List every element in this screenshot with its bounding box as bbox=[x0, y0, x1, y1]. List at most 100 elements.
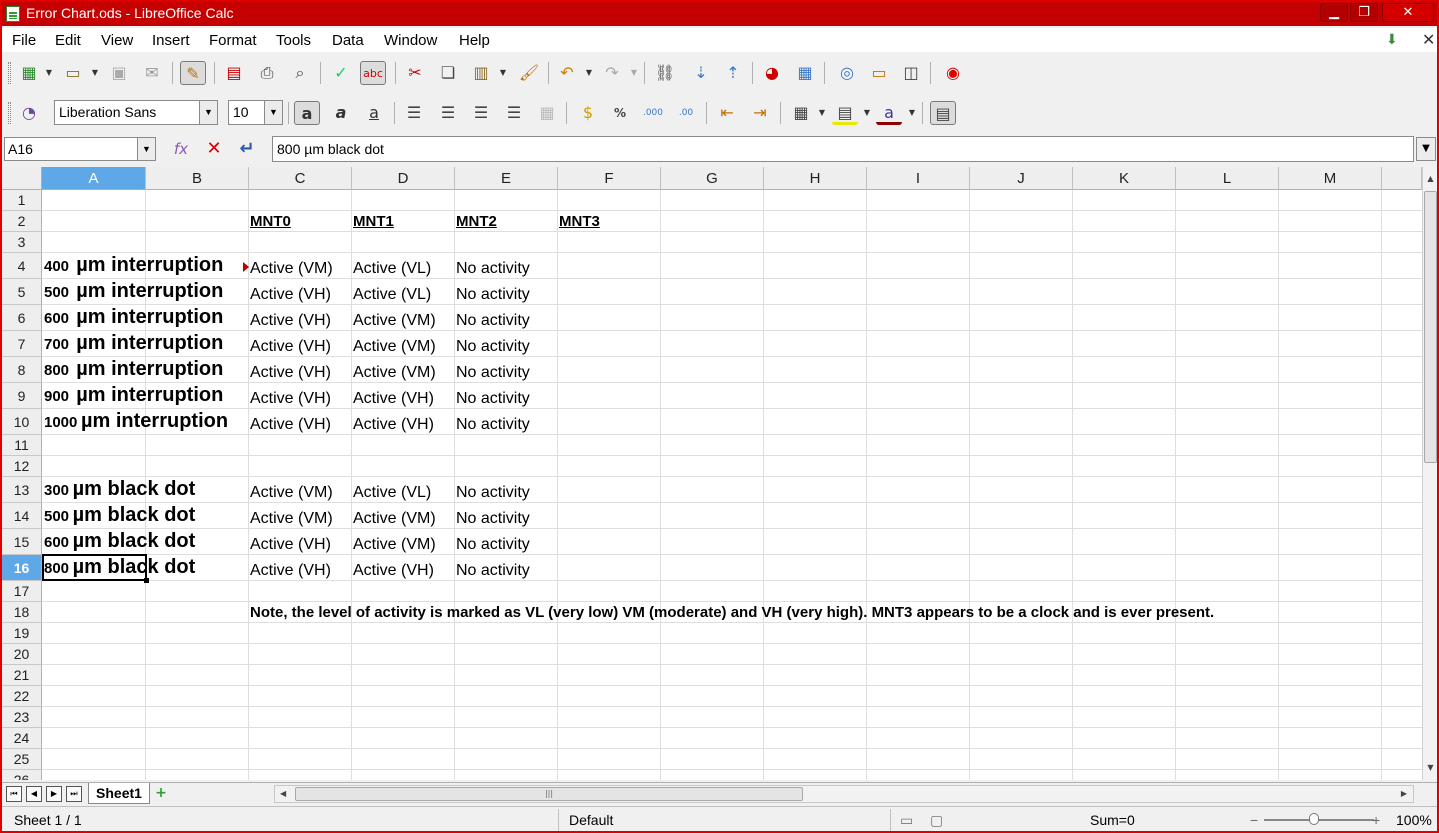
cell-e5[interactable]: No activity bbox=[456, 286, 530, 304]
font-color-dropdown-icon[interactable]: ▼ bbox=[907, 101, 917, 125]
increase-indent-icon[interactable]: ⇥ bbox=[747, 101, 773, 125]
cell-c5[interactable]: Active (VH) bbox=[250, 286, 331, 304]
menu-window[interactable]: Window bbox=[384, 32, 437, 49]
redo-icon[interactable]: ↷ bbox=[599, 61, 625, 85]
row-header-3[interactable]: 3 bbox=[2, 232, 42, 253]
number-format-icon[interactable]: .000 bbox=[640, 101, 666, 125]
zoom-in-icon[interactable]: + bbox=[1372, 812, 1380, 828]
pivot-table-icon[interactable]: ▦ bbox=[792, 61, 818, 85]
background-color-dropdown-icon[interactable]: ▼ bbox=[862, 101, 872, 125]
column-header-f[interactable]: F bbox=[558, 167, 661, 190]
cell-a5[interactable]: 500 µm interruption bbox=[44, 280, 223, 303]
cell-a9[interactable]: 900 µm interruption bbox=[44, 384, 223, 407]
cell-c2[interactable]: MNT0 bbox=[250, 213, 291, 230]
menu-edit[interactable]: Edit bbox=[55, 32, 81, 49]
cell-a4[interactable]: 400 µm interruption bbox=[44, 254, 223, 277]
row-header-14[interactable]: 14 bbox=[2, 503, 42, 529]
merge-cells-icon[interactable]: ▦ bbox=[534, 101, 560, 125]
column-header-i[interactable]: I bbox=[867, 167, 970, 190]
cell-d6[interactable]: Active (VM) bbox=[353, 312, 436, 330]
comment-indicator[interactable] bbox=[243, 262, 249, 272]
cell-e8[interactable]: No activity bbox=[456, 364, 530, 382]
row-header-24[interactable]: 24 bbox=[2, 728, 42, 749]
column-header-l[interactable]: L bbox=[1176, 167, 1279, 190]
cell-c6[interactable]: Active (VH) bbox=[250, 312, 331, 330]
align-right-icon[interactable]: ☰ bbox=[468, 101, 494, 125]
cell-e6[interactable]: No activity bbox=[456, 312, 530, 330]
sort-ascending-icon[interactable]: ⇣ bbox=[688, 61, 714, 85]
cell-c15[interactable]: Active (VH) bbox=[250, 536, 331, 554]
cell-d9[interactable]: Active (VH) bbox=[353, 390, 434, 408]
column-header-h[interactable]: H bbox=[764, 167, 867, 190]
last-sheet-icon[interactable]: ⏭ bbox=[66, 786, 82, 802]
function-wizard-icon[interactable]: fx bbox=[169, 138, 193, 160]
new-dropdown-icon[interactable]: ▼ bbox=[44, 61, 54, 85]
cell-d10[interactable]: Active (VH) bbox=[353, 416, 434, 434]
row-header-18[interactable]: 18 bbox=[2, 602, 42, 623]
styles-icon[interactable]: ◔ bbox=[16, 101, 42, 125]
menu-format[interactable]: Format bbox=[209, 32, 257, 49]
row-header-11[interactable]: 11 bbox=[2, 435, 42, 456]
cell-d14[interactable]: Active (VM) bbox=[353, 510, 436, 528]
next-sheet-icon[interactable]: ▶ bbox=[46, 786, 62, 802]
decrease-indent-icon[interactable]: ⇤ bbox=[714, 101, 740, 125]
scroll-right-icon[interactable]: ▶ bbox=[1401, 786, 1407, 802]
cell-a7[interactable]: 700 µm interruption bbox=[44, 332, 223, 355]
clone-formatting-icon[interactable]: 🖌 bbox=[516, 61, 542, 85]
cell-e4[interactable]: No activity bbox=[456, 260, 530, 278]
row-header-2[interactable]: 2 bbox=[2, 211, 42, 232]
cell-a6[interactable]: 600 µm interruption bbox=[44, 306, 223, 329]
accept-enter-icon[interactable]: ↵ bbox=[235, 138, 259, 160]
row-header-4[interactable]: 4 bbox=[2, 253, 42, 279]
cell-c8[interactable]: Active (VH) bbox=[250, 364, 331, 382]
title-bar[interactable]: Error Chart.ods - LibreOffice Calc ▁ ❐ ✕ bbox=[2, 2, 1437, 26]
horizontal-scroll-thumb[interactable]: ||| bbox=[295, 787, 803, 801]
cell-c16[interactable]: Active (VH) bbox=[250, 562, 331, 580]
cell-e16[interactable]: No activity bbox=[456, 562, 530, 580]
cell-e9[interactable]: No activity bbox=[456, 390, 530, 408]
gallery-icon[interactable]: ▭ bbox=[866, 61, 892, 85]
background-color-icon[interactable]: ▤ bbox=[832, 101, 858, 125]
document-modified-icon[interactable]: ▢ bbox=[930, 812, 943, 829]
paste-dropdown-icon[interactable]: ▼ bbox=[498, 61, 508, 85]
cell-e14[interactable]: No activity bbox=[456, 510, 530, 528]
vertical-scrollbar[interactable]: ▲ ▼ bbox=[1422, 167, 1437, 780]
underline-icon[interactable]: a bbox=[361, 101, 387, 125]
cancel-x-icon[interactable]: ✕ bbox=[202, 138, 226, 160]
column-header-k[interactable]: K bbox=[1073, 167, 1176, 190]
cell-d7[interactable]: Active (VM) bbox=[353, 338, 436, 356]
italic-icon[interactable]: a bbox=[328, 101, 354, 125]
previous-sheet-icon[interactable]: ◀ bbox=[26, 786, 42, 802]
print-icon[interactable]: ⎙ bbox=[254, 61, 280, 85]
column-header-j[interactable]: J bbox=[970, 167, 1073, 190]
cell-d4[interactable]: Active (VL) bbox=[353, 260, 431, 278]
font-color-icon[interactable]: a bbox=[876, 101, 902, 125]
save-icon[interactable]: ▣ bbox=[106, 61, 132, 85]
cell-c14[interactable]: Active (VM) bbox=[250, 510, 333, 528]
cell-d15[interactable]: Active (VM) bbox=[353, 536, 436, 554]
font-name-dropdown-icon[interactable]: ▼ bbox=[199, 101, 217, 124]
copy-icon[interactable]: ❏ bbox=[435, 61, 461, 85]
currency-format-icon[interactable]: $ bbox=[575, 101, 601, 125]
column-header-c[interactable]: C bbox=[249, 167, 352, 190]
cell-e10[interactable]: No activity bbox=[456, 416, 530, 434]
print-preview-icon[interactable]: ⌕ bbox=[287, 61, 313, 85]
cell-c13[interactable]: Active (VM) bbox=[250, 484, 333, 502]
email-icon[interactable]: ✉ bbox=[139, 61, 165, 85]
paste-icon[interactable]: ▥ bbox=[468, 61, 494, 85]
cell-a15[interactable]: 600 µm black dot bbox=[44, 530, 195, 553]
minimize-button[interactable]: ▁ bbox=[1320, 3, 1348, 22]
column-header-e[interactable]: E bbox=[455, 167, 558, 190]
row-header-20[interactable]: 20 bbox=[2, 644, 42, 665]
close-document-icon[interactable]: ✕ bbox=[1422, 30, 1435, 49]
row-header-12[interactable]: 12 bbox=[2, 456, 42, 477]
name-box-dropdown-icon[interactable]: ▼ bbox=[137, 138, 155, 160]
add-sheet-icon[interactable]: + bbox=[150, 785, 172, 803]
column-header-a[interactable]: A bbox=[42, 167, 146, 190]
menu-file[interactable]: File bbox=[12, 32, 36, 49]
row-header-16[interactable]: 16 bbox=[2, 555, 42, 581]
edit-file-icon[interactable]: ✎ bbox=[180, 61, 206, 85]
cell-a14[interactable]: 500 µm black dot bbox=[44, 504, 195, 527]
add-decimal-icon[interactable]: .00 bbox=[673, 101, 699, 125]
cell-e2[interactable]: MNT2 bbox=[456, 213, 497, 230]
